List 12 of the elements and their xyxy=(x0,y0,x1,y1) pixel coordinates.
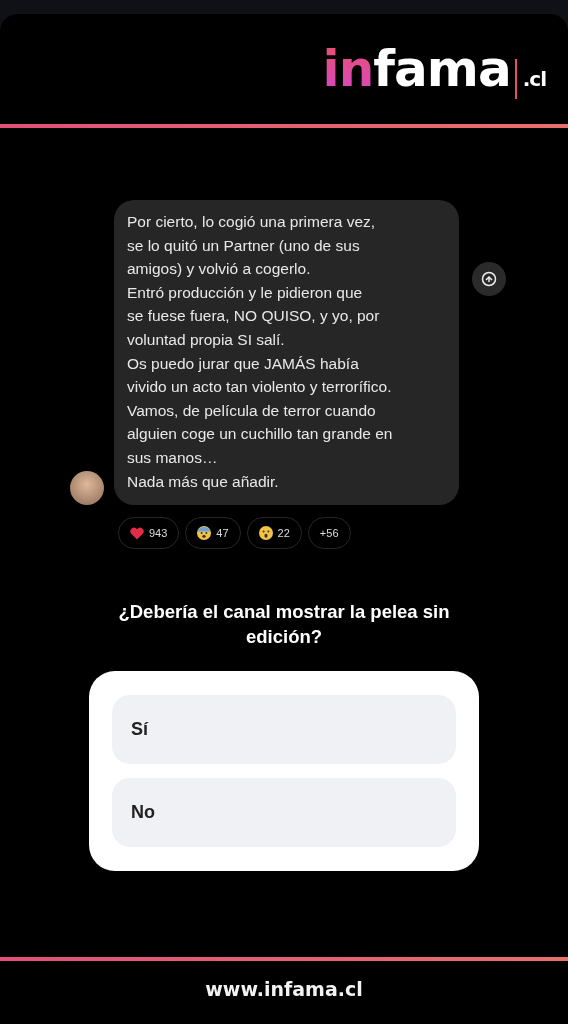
share-button[interactable] xyxy=(472,262,506,296)
poll-option[interactable]: Sí xyxy=(112,695,456,765)
avatar xyxy=(70,471,104,506)
poll-question: ¿Debería el canal mostrar la pelea sin edición? xyxy=(117,600,451,650)
face-icon xyxy=(197,526,212,541)
poll-option[interactable]: No xyxy=(112,778,456,848)
share-icon xyxy=(481,271,497,287)
logo: infama .cl xyxy=(322,39,546,99)
message-bubble: Por cierto, lo cogió una primera vez, se lo quitó un Partner (uno de sus amigos) y volvió a cogerlo. Entró producción y le pidieron que se fuese fuera, NO QUISO, y yo, por voluntad propia SI salí. Os puedo jurar que JAMÁS había vivido un acto tan violento y terrorífico. Vamos, de película de terror cuando alguien coge un cuchillo tan grande en sus manos… Nada más que añadir. xyxy=(114,200,459,506)
website-url: www.infama.cl xyxy=(204,977,364,1002)
face-icon xyxy=(258,526,273,541)
heart-icon xyxy=(130,526,144,540)
